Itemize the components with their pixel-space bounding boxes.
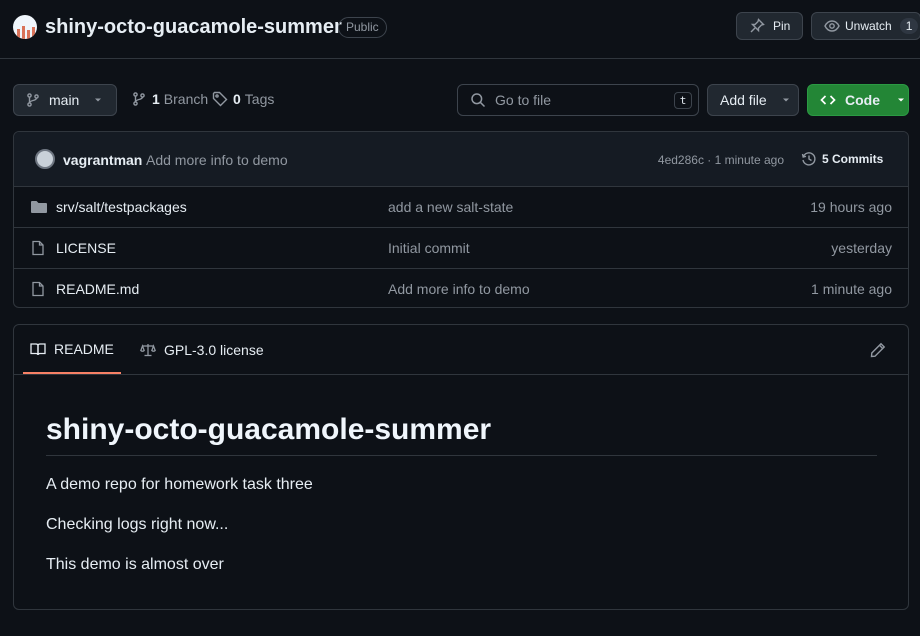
tags-link[interactable]: 0 Tags: [212, 91, 274, 107]
tag-icon: [212, 91, 228, 107]
caret-down-icon: [93, 95, 103, 105]
tab-license[interactable]: GPL-3.0 license: [133, 325, 271, 374]
file-commit-date: 1 minute ago: [811, 281, 892, 297]
commit-meta[interactable]: 4ed286c · 1 minute ago: [658, 153, 784, 167]
watch-count: 1: [899, 18, 919, 34]
caret-down-icon: [781, 95, 791, 105]
tags-label: Tags: [244, 91, 275, 107]
file-commit-message[interactable]: Add more info to demo: [388, 281, 530, 297]
readme-paragraph: This demo is almost over: [46, 556, 224, 573]
file-name[interactable]: README.md: [56, 281, 139, 297]
pin-button[interactable]: Pin: [736, 12, 803, 40]
repo-name-link[interactable]: shiny-octo-guacamole-summer: [45, 16, 342, 39]
search-icon: [470, 92, 486, 108]
file-name[interactable]: LICENSE: [56, 240, 116, 256]
commit-author[interactable]: vagrantman: [63, 152, 142, 168]
tags-count: 0: [233, 91, 241, 107]
eye-icon: [824, 18, 840, 34]
file-row[interactable]: LICENSE Initial commit yesterday: [14, 228, 908, 269]
tab-readme[interactable]: README: [23, 325, 121, 374]
file-row[interactable]: README.md Add more info to demo 1 minute…: [14, 269, 908, 307]
tab-readme-label: README: [54, 340, 114, 357]
folder-icon: [30, 199, 48, 215]
branch-select-button[interactable]: main: [13, 84, 117, 116]
search-placeholder: Go to file: [495, 92, 552, 108]
file-commit-date: yesterday: [831, 240, 892, 256]
file-name[interactable]: srv/salt/testpackages: [56, 199, 187, 215]
pin-label: Pin: [773, 19, 791, 33]
commits-count-label: 5 Commits: [822, 152, 884, 166]
commit-message[interactable]: Add more info to demo: [146, 152, 288, 168]
branches-label: Branch: [163, 91, 209, 107]
file-commit-message[interactable]: add a new salt-state: [388, 199, 513, 215]
search-shortcut-key: t: [674, 92, 692, 109]
branch-name: main: [49, 92, 80, 108]
readme-tabs: README GPL-3.0 license: [14, 325, 908, 375]
file-icon: [30, 281, 46, 297]
file-commit-message[interactable]: Initial commit: [388, 240, 470, 256]
caret-down-icon: [896, 95, 906, 105]
code-label: Code: [845, 92, 880, 108]
file-commit-date: 19 hours ago: [810, 199, 892, 215]
file-icon: [30, 240, 46, 256]
pencil-icon: [870, 342, 886, 358]
git-branch-icon: [25, 92, 41, 108]
git-branch-icon: [131, 91, 147, 107]
commits-history-link[interactable]: 5 Commits: [801, 151, 883, 167]
history-icon: [801, 151, 817, 167]
edit-readme-button[interactable]: [870, 342, 886, 358]
branches-count: 1: [152, 91, 160, 107]
readme-paragraph: Checking logs right now...: [46, 516, 229, 533]
commit-author-avatar[interactable]: [35, 149, 55, 169]
add-file-label: Add file: [720, 92, 767, 108]
readme-paragraph: A demo repo for homework task three: [46, 476, 313, 493]
law-icon: [140, 342, 156, 358]
branches-link[interactable]: 1 Branch: [131, 91, 208, 107]
tab-license-label: GPL-3.0 license: [164, 341, 264, 358]
latest-commit-bar: vagrantman Add more info to demo 4ed286c…: [14, 132, 908, 187]
readme-heading: shiny-octo-guacamole-summer: [46, 413, 877, 456]
book-icon: [30, 341, 46, 357]
file-row[interactable]: srv/salt/testpackages add a new salt-sta…: [14, 187, 908, 228]
watch-label: Unwatch: [845, 19, 892, 33]
add-file-button[interactable]: Add file: [707, 84, 799, 116]
pin-icon: [749, 18, 765, 34]
code-button[interactable]: Code: [807, 84, 909, 116]
readme-panel: README GPL-3.0 license shiny-octo-guacam…: [13, 324, 909, 610]
file-list: vagrantman Add more info to demo 4ed286c…: [13, 131, 909, 308]
code-icon: [820, 92, 836, 108]
go-to-file-input[interactable]: Go to file t: [457, 84, 699, 116]
owner-avatar[interactable]: [13, 15, 37, 39]
visibility-badge: Public: [338, 17, 387, 38]
watch-button[interactable]: Unwatch 1: [811, 12, 920, 40]
repo-header: shiny-octo-guacamole-summer Public Pin U…: [0, 0, 920, 59]
